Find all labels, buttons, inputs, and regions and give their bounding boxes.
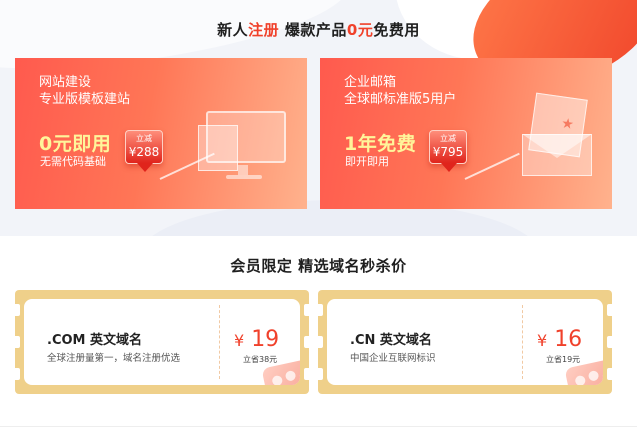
coupon-notch [304,336,309,348]
coupon-notch [318,304,323,316]
coupon-notch [304,304,309,316]
domain-coupon-cn[interactable]: .CN 英文域名 中国企业互联网标识 ¥ 16 立省19元 [318,290,612,394]
envelope-icon: ★ [522,92,594,178]
envelope-flap-shape [522,134,592,158]
domain-name: .CN 英文域名 [350,333,432,348]
new-user-heading: 新人注册 爆款产品0元免费用 [0,19,637,40]
promo-subtitle: 无需代码基础 [40,155,106,168]
heading-text: 爆款产品 [279,21,347,39]
promo-card-website-builder[interactable]: 网站建设 专业版模板建站 0元即用 无需代码基础 立减 ¥288 [15,58,307,209]
star-icon: ★ [560,115,575,134]
promo-subtitle: 即开即用 [345,155,389,168]
promo-offer: 1年免费 [344,133,417,155]
stamp-dot [587,369,600,382]
promo-title-line: 企业邮箱 [344,75,397,90]
coupon-notch [15,336,20,348]
heading-text: 新人 [217,21,249,39]
domain-name: .COM 英文域名 [47,333,142,348]
arrow-decoration [464,152,520,180]
domain-coupon-com[interactable]: .COM 英文域名 全球注册量第一，域名注册优选 ¥ 19 立省38元 [15,290,309,394]
dashed-divider [219,305,220,379]
coupon-notch [304,368,309,380]
coupon-body: .CN 英文域名 中国企业互联网标识 ¥ 16 立省19元 [327,299,603,385]
badge-pointer [441,163,457,172]
currency-symbol: ¥ [234,331,245,350]
domain-description: 全球注册量第一，域名注册优选 [47,353,181,364]
stamp-dot [298,369,300,382]
savings-text: 立省19元 [546,355,581,364]
domain-price: ¥ 19 [234,327,279,352]
coupon-notch [607,368,612,380]
heading-accent: 0元 [346,21,374,39]
coupon-notch [15,368,20,380]
monitor-stand-shape [238,165,248,175]
monitor-panel-shape [198,125,238,171]
price-value: 19 [251,327,280,352]
promo-title-line: 全球邮标准版5用户 [344,92,457,107]
coupon-notch [318,336,323,348]
badge-pointer [137,163,153,172]
promo-title: 网站建设 专业版模板建站 [39,74,130,108]
badge-label: 立减 [136,134,152,143]
promo-title-line: 网站建设 [39,75,92,90]
badge-label: 立减 [440,134,456,143]
price-value: 16 [554,327,583,352]
domain-price: ¥ 16 [537,327,582,352]
coupon-body: .COM 英文域名 全球注册量第一，域名注册优选 ¥ 19 立省38元 [24,299,300,385]
currency-symbol: ¥ [537,331,548,350]
promo-card-enterprise-mail[interactable]: 企业邮箱 全球邮标准版5用户 1年免费 即开即用 立减 ¥795 ★ [320,58,612,209]
dashed-divider [522,305,523,379]
monitor-base-shape [226,175,262,179]
discount-badge: 立减 ¥795 [429,130,467,172]
stamp-dot [271,374,284,385]
savings-text: 立省38元 [243,355,278,364]
discount-badge: 立减 ¥288 [125,130,163,172]
stamp-dot [574,374,587,385]
stamp-dot [601,369,603,382]
bottom-divider [0,426,637,427]
promo-title-line: 专业版模板建站 [39,92,131,107]
badge-value: ¥795 [432,145,464,159]
badge-value: ¥288 [128,145,160,159]
heading-text: 免费用 [373,21,420,39]
new-user-section: 新人注册 爆款产品0元免费用 网站建设 专业版模板建站 0元即用 无需代码基础 … [0,0,637,236]
member-domain-heading: 会员限定 精选域名秒杀价 [230,257,407,275]
heading-accent: 注册 [248,21,280,39]
coupon-notch [607,304,612,316]
stamp-dot [284,369,297,382]
promo-title: 企业邮箱 全球邮标准版5用户 [344,74,456,108]
coupon-notch [607,336,612,348]
domain-description: 中国企业互联网标识 [350,353,436,364]
coupon-notch [15,304,20,316]
coupon-notch [318,368,323,380]
monitor-icon [198,99,290,187]
promo-offer: 0元即用 [39,133,112,155]
